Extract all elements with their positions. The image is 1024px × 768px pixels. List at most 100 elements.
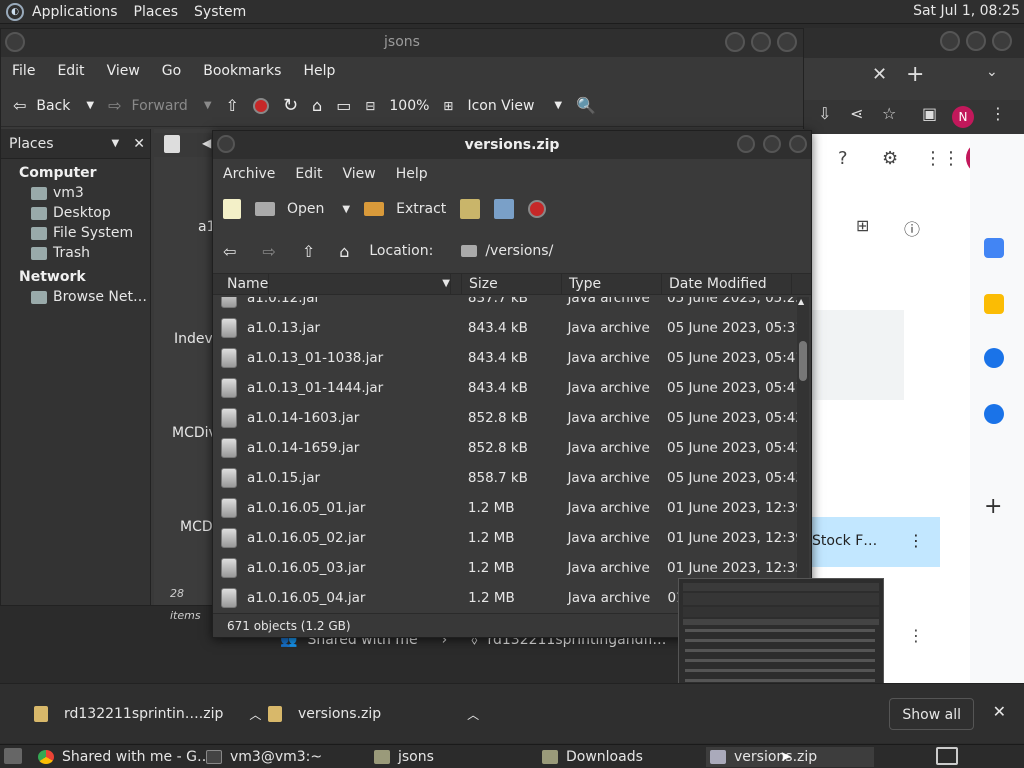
side-panel-icon[interactable]: ▣: [922, 104, 937, 123]
tab-search-icon[interactable]: ⌄: [986, 64, 998, 80]
menu-help[interactable]: Help: [386, 166, 438, 182]
table-row[interactable]: a1.0.14-1659.jar 852.8 kB Java archive 05 J…: [213, 433, 797, 463]
more-options-icon[interactable]: ⋮: [908, 626, 924, 645]
forward-arrow-icon[interactable]: ⇨: [262, 242, 275, 261]
column-date[interactable]: Date Modified: [662, 273, 792, 295]
menu-archive[interactable]: Archive: [213, 166, 285, 182]
stop-icon[interactable]: [252, 97, 269, 114]
sidebar-item-trash[interactable]: Trash: [1, 243, 150, 263]
view-mode-select[interactable]: Icon View ▼: [467, 98, 562, 114]
install-icon[interactable]: ⇩: [818, 104, 831, 123]
download-item[interactable]: versions.zip ︿: [268, 696, 479, 732]
edit-location-icon[interactable]: [164, 135, 180, 153]
stop-icon[interactable]: [528, 200, 547, 218]
up-icon[interactable]: ⇧: [226, 96, 239, 115]
menu-go[interactable]: Go: [151, 63, 192, 79]
grid-view-icon[interactable]: ⊞: [856, 216, 869, 235]
clock[interactable]: Sat Jul 1, 08:25: [913, 3, 1020, 19]
close-window-button[interactable]: [777, 32, 797, 52]
table-row[interactable]: a1.0.13_01-1038.jar 843.4 kB Java archive 0…: [213, 343, 797, 373]
minimize-button[interactable]: [940, 31, 960, 51]
distro-logo-icon[interactable]: ◐: [6, 2, 24, 21]
close-window-button[interactable]: [992, 31, 1012, 51]
applications-menu[interactable]: Applications: [24, 4, 126, 20]
close-downloads-icon[interactable]: ✕: [993, 702, 1006, 721]
maximize-button[interactable]: [763, 135, 781, 153]
open-button[interactable]: Open ▼: [255, 201, 350, 217]
menu-view[interactable]: View: [96, 63, 151, 79]
taskbar-item-downloads[interactable]: Downloads: [542, 747, 643, 767]
places-menu[interactable]: Places: [126, 4, 187, 20]
bookmark-star-icon[interactable]: ☆: [882, 104, 896, 123]
calendar-icon[interactable]: [984, 238, 1004, 258]
vertical-scrollbar[interactable]: ▲: [797, 297, 809, 613]
menu-help[interactable]: Help: [292, 63, 346, 79]
tasks-icon[interactable]: [984, 348, 1004, 368]
close-tab-icon[interactable]: ✕: [872, 64, 887, 85]
table-row[interactable]: a1.0.13.jar 843.4 kB Java archive 05 June 2…: [213, 313, 797, 343]
maximize-button[interactable]: [751, 32, 771, 52]
scrollbar-thumb[interactable]: [799, 341, 807, 381]
minimize-button[interactable]: [737, 135, 755, 153]
menu-edit[interactable]: Edit: [285, 166, 332, 182]
show-all-button[interactable]: Show all: [889, 698, 974, 730]
table-row[interactable]: a1.0.15.jar 858.7 kB Java archive 05 June 2…: [213, 463, 797, 493]
table-row[interactable]: a1.0.14-1603.jar 852.8 kB Java archive 05 J…: [213, 403, 797, 433]
add-app-icon[interactable]: +: [984, 494, 1002, 519]
home-icon[interactable]: ⌂: [339, 242, 349, 261]
close-sidebar-icon[interactable]: ✕: [133, 136, 145, 152]
window-menu-button[interactable]: [217, 135, 235, 153]
up-icon[interactable]: ⇧: [302, 242, 315, 261]
file-thumbnail[interactable]: [812, 310, 904, 400]
menu-view[interactable]: View: [333, 166, 386, 182]
column-type[interactable]: Type: [562, 273, 662, 295]
more-options-icon[interactable]: ⋮: [908, 531, 924, 550]
zoom-in-icon[interactable]: ⊞: [443, 99, 453, 113]
add-folder-icon[interactable]: [494, 199, 515, 219]
new-tab-icon[interactable]: +: [906, 62, 924, 87]
chevron-down-icon[interactable]: ▼: [112, 138, 120, 149]
sidebar-item-file-system[interactable]: File System: [1, 223, 150, 243]
search-icon[interactable]: 🔍: [576, 96, 596, 115]
taskbar-item-terminal[interactable]: vm3@vm3:~: [206, 747, 322, 767]
table-row[interactable]: a1.0.16.05_02.jar 1.2 MB Java archive 01 Ju…: [213, 523, 797, 553]
window-menu-button[interactable]: [5, 32, 25, 52]
table-row[interactable]: a1.0.16.05_01.jar 1.2 MB Java archive 01 Ju…: [213, 493, 797, 523]
taskbar-item-jsons[interactable]: jsons: [374, 747, 434, 767]
column-size[interactable]: Size: [462, 273, 562, 295]
workspace-switcher-icon[interactable]: [936, 747, 958, 765]
chrome-menu-icon[interactable]: ⋮: [990, 104, 1006, 123]
file-label[interactable]: MCDiv: [172, 425, 217, 441]
add-files-icon[interactable]: [460, 199, 481, 219]
new-archive-icon[interactable]: [223, 199, 241, 219]
extract-button[interactable]: Extract: [364, 201, 446, 217]
sidebar-item-browse-network[interactable]: Browse Net…: [1, 287, 150, 307]
maximize-button[interactable]: [966, 31, 986, 51]
chevron-up-icon[interactable]: ︿: [467, 706, 479, 723]
back-button[interactable]: ⇦ Back ▼: [13, 96, 94, 115]
minimize-button[interactable]: [725, 32, 745, 52]
menu-edit[interactable]: Edit: [46, 63, 95, 79]
system-menu[interactable]: System: [186, 4, 254, 20]
keep-icon[interactable]: [984, 294, 1004, 314]
help-icon[interactable]: ?: [838, 148, 848, 169]
share-icon[interactable]: ⋖: [850, 104, 863, 123]
chevron-up-icon[interactable]: ︿: [249, 706, 261, 723]
settings-gear-icon[interactable]: ⚙: [882, 148, 898, 169]
drive-list-item[interactable]: Stock F… ⋮: [804, 517, 940, 567]
taskbar-item-chrome[interactable]: Shared with me - G…: [38, 747, 211, 767]
menu-bookmarks[interactable]: Bookmarks: [192, 63, 292, 79]
column-name[interactable]: Name ▼: [213, 273, 462, 295]
info-icon[interactable]: ⓘ: [904, 216, 920, 240]
zoom-level[interactable]: 100%: [389, 98, 429, 114]
scroll-up-icon[interactable]: ▲: [798, 297, 804, 306]
location-value[interactable]: /versions/: [485, 243, 553, 259]
path-back-icon[interactable]: ◀: [202, 136, 211, 150]
table-row[interactable]: a1.0.13_01-1444.jar 843.4 kB Java archive 0…: [213, 373, 797, 403]
show-desktop-icon[interactable]: [4, 748, 22, 764]
sidebar-item-vm3[interactable]: vm3: [1, 183, 150, 203]
reload-icon[interactable]: ↻: [283, 95, 298, 116]
back-arrow-icon[interactable]: ⇦: [223, 242, 236, 261]
close-window-button[interactable]: [789, 135, 807, 153]
sidebar-item-desktop[interactable]: Desktop: [1, 203, 150, 223]
